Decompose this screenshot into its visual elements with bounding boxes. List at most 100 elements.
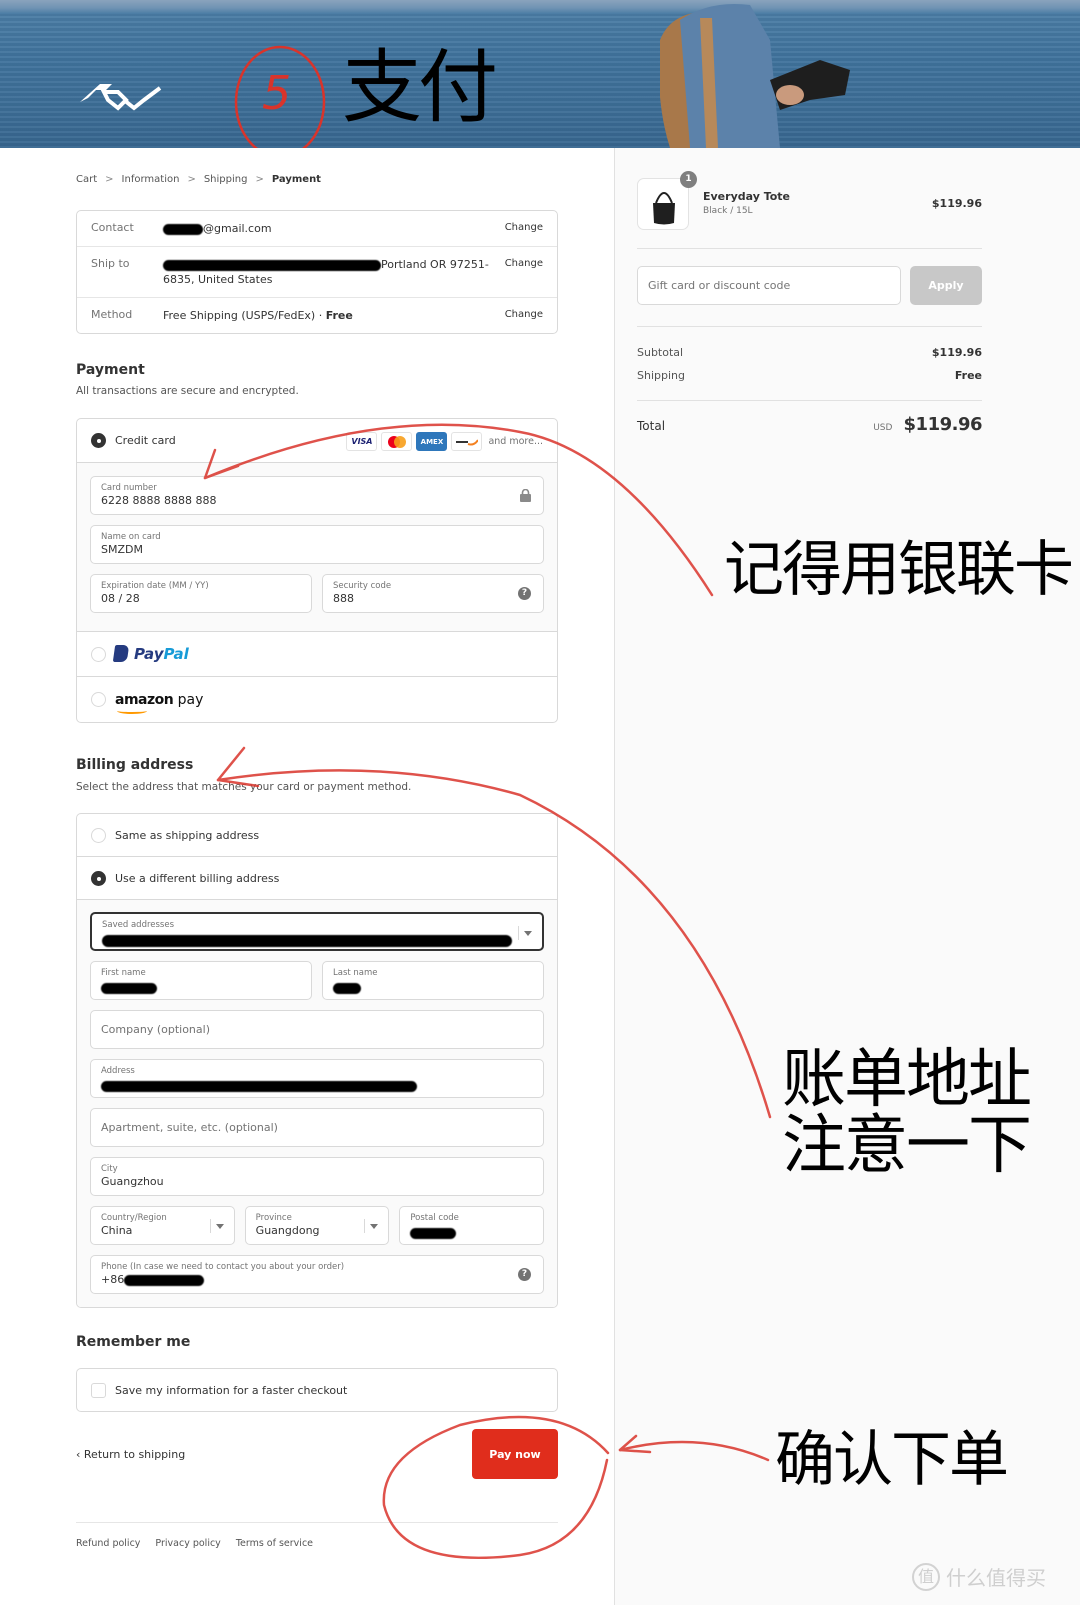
billing-subtitle: Select the address that matches your car… bbox=[76, 781, 412, 793]
country-value: China bbox=[101, 1224, 133, 1237]
paypal-option[interactable]: PayPal bbox=[77, 632, 557, 677]
divider bbox=[637, 248, 982, 249]
province-select[interactable]: Province Guangdong bbox=[244, 1206, 390, 1245]
help-icon[interactable]: ? bbox=[518, 1268, 531, 1281]
chevron-down-icon bbox=[518, 926, 532, 940]
same-address-option[interactable]: Same as shipping address bbox=[77, 814, 557, 857]
payment-methods: Credit card VISA AMEX and more... Card n… bbox=[76, 418, 558, 723]
address-field[interactable]: Address bbox=[90, 1059, 544, 1098]
currency-code: USD bbox=[873, 423, 893, 433]
method-price: Free bbox=[325, 309, 353, 322]
annotation-confirm: 确认下单 bbox=[775, 1425, 1009, 1495]
chevron-right-icon: > bbox=[105, 174, 114, 185]
remember-title: Remember me bbox=[76, 1334, 191, 1350]
sea-background bbox=[0, 14, 1080, 148]
apartment-placeholder: Apartment, suite, etc. (optional) bbox=[101, 1121, 278, 1134]
different-address-radio[interactable] bbox=[91, 870, 106, 886]
payment-title: Payment bbox=[76, 362, 145, 378]
amazon-pay-radio[interactable] bbox=[91, 692, 106, 707]
credit-card-option[interactable]: Credit card VISA AMEX and more... bbox=[77, 419, 557, 463]
expiration-value: 08 / 28 bbox=[101, 592, 140, 605]
watermark-text: 什么值得买 bbox=[946, 1566, 1046, 1590]
terms-of-service-link[interactable]: Terms of service bbox=[236, 1538, 313, 1549]
amex-icon: AMEX bbox=[416, 432, 448, 451]
divider bbox=[637, 326, 982, 327]
save-info-checkbox[interactable] bbox=[91, 1382, 106, 1398]
saved-addresses-label: Saved addresses bbox=[102, 920, 175, 930]
chevron-right-icon: > bbox=[187, 174, 196, 185]
redacted-mark bbox=[101, 1081, 417, 1092]
subtotal-label: Subtotal bbox=[637, 346, 684, 359]
breadcrumb-shipping[interactable]: Shipping bbox=[204, 174, 248, 185]
product-thumbnail bbox=[637, 178, 689, 230]
contact-label: Contact bbox=[91, 221, 134, 234]
paypal-radio[interactable] bbox=[91, 646, 106, 662]
chevron-right-icon: > bbox=[255, 174, 264, 185]
breadcrumb-payment: Payment bbox=[271, 174, 321, 185]
country-label: Country/Region bbox=[101, 1213, 167, 1223]
method-label: Method bbox=[91, 308, 133, 321]
save-info-label: Save my information for a faster checkou… bbox=[115, 1383, 348, 1397]
redacted-mark bbox=[410, 1228, 457, 1239]
credit-card-radio[interactable] bbox=[91, 433, 106, 448]
phone-field[interactable]: Phone (In case we need to contact you ab… bbox=[90, 1255, 544, 1294]
product-variant: Black / 15L bbox=[703, 206, 753, 216]
security-code-value: 888 bbox=[333, 592, 354, 605]
method-value: Free Shipping (USPS/FedEx) · bbox=[163, 309, 326, 322]
change-method-link[interactable]: Change bbox=[505, 309, 543, 320]
different-address-option[interactable]: Use a different billing address bbox=[77, 857, 557, 900]
change-contact-link[interactable]: Change bbox=[505, 222, 543, 233]
amazon-smile-icon bbox=[117, 708, 147, 714]
name-on-card-field[interactable]: Name on card SMZDM bbox=[90, 525, 544, 564]
phone-prefix: +86 bbox=[101, 1273, 125, 1286]
redacted-mark bbox=[101, 983, 157, 994]
country-select[interactable]: Country/Region China bbox=[90, 1206, 235, 1245]
product-name: Everyday Tote bbox=[703, 190, 791, 203]
return-to-shipping-link[interactable]: ‹ Return to shipping bbox=[76, 1448, 185, 1461]
refund-policy-link[interactable]: Refund policy bbox=[76, 1538, 140, 1549]
city-value: Guangzhou bbox=[101, 1175, 164, 1188]
breadcrumb-information[interactable]: Information bbox=[122, 174, 180, 185]
security-code-field[interactable]: Security code 888 ? bbox=[322, 574, 544, 613]
annotation-title: 支付 bbox=[342, 41, 498, 134]
total-value: $119.96 bbox=[903, 414, 983, 435]
privacy-policy-link[interactable]: Privacy policy bbox=[155, 1538, 220, 1549]
saved-addresses-select[interactable]: Saved addresses bbox=[90, 912, 544, 951]
breadcrumb-cart[interactable]: Cart bbox=[76, 174, 97, 185]
shipping-row: Shipping Free bbox=[637, 369, 982, 382]
payment-subtitle: All transactions are secure and encrypte… bbox=[76, 385, 299, 397]
pay-now-button[interactable]: Pay now bbox=[472, 1429, 558, 1479]
expiration-label: Expiration date (MM / YY) bbox=[101, 581, 209, 591]
first-name-field[interactable]: First name bbox=[90, 961, 312, 1000]
order-review-box: Contact @gmail.com Change Ship to Portla… bbox=[76, 210, 558, 334]
change-address-link[interactable]: Change bbox=[505, 258, 543, 269]
amazon-pay-option[interactable]: amazon pay bbox=[77, 677, 557, 722]
remember-me-option[interactable]: Save my information for a faster checkou… bbox=[76, 1368, 558, 1412]
help-icon[interactable]: ? bbox=[518, 587, 531, 600]
city-label: City bbox=[101, 1164, 118, 1174]
apartment-field[interactable]: Apartment, suite, etc. (optional) bbox=[90, 1108, 544, 1147]
city-field[interactable]: City Guangzhou bbox=[90, 1157, 544, 1196]
apply-discount-button[interactable]: Apply bbox=[910, 266, 982, 305]
and-more-label: and more... bbox=[488, 436, 543, 447]
card-number-value: 6228 8888 8888 888 bbox=[101, 494, 217, 507]
phone-label: Phone (In case we need to contact you ab… bbox=[101, 1262, 345, 1272]
paypal-icon bbox=[112, 645, 130, 662]
card-number-field[interactable]: Card number 6228 8888 8888 888 bbox=[90, 476, 544, 515]
credit-card-label: Credit card bbox=[115, 434, 176, 447]
photographer-photo bbox=[660, 4, 850, 148]
name-on-card-label: Name on card bbox=[101, 532, 161, 542]
province-label: Province bbox=[255, 1213, 292, 1223]
security-code-label: Security code bbox=[333, 581, 392, 591]
name-on-card-value: SMZDM bbox=[101, 543, 143, 556]
same-address-radio[interactable] bbox=[91, 827, 106, 843]
footer-divider bbox=[76, 1522, 558, 1523]
redacted-mark bbox=[163, 259, 381, 271]
expiration-field[interactable]: Expiration date (MM / YY) 08 / 28 bbox=[90, 574, 312, 613]
brand-logo-icon[interactable] bbox=[78, 78, 162, 114]
discount-code-input[interactable] bbox=[637, 266, 901, 305]
chevron-down-icon bbox=[364, 1219, 379, 1233]
company-field[interactable]: Company (optional) bbox=[90, 1010, 544, 1049]
last-name-field[interactable]: Last name bbox=[322, 961, 544, 1000]
postal-code-field[interactable]: Postal code bbox=[399, 1206, 545, 1245]
